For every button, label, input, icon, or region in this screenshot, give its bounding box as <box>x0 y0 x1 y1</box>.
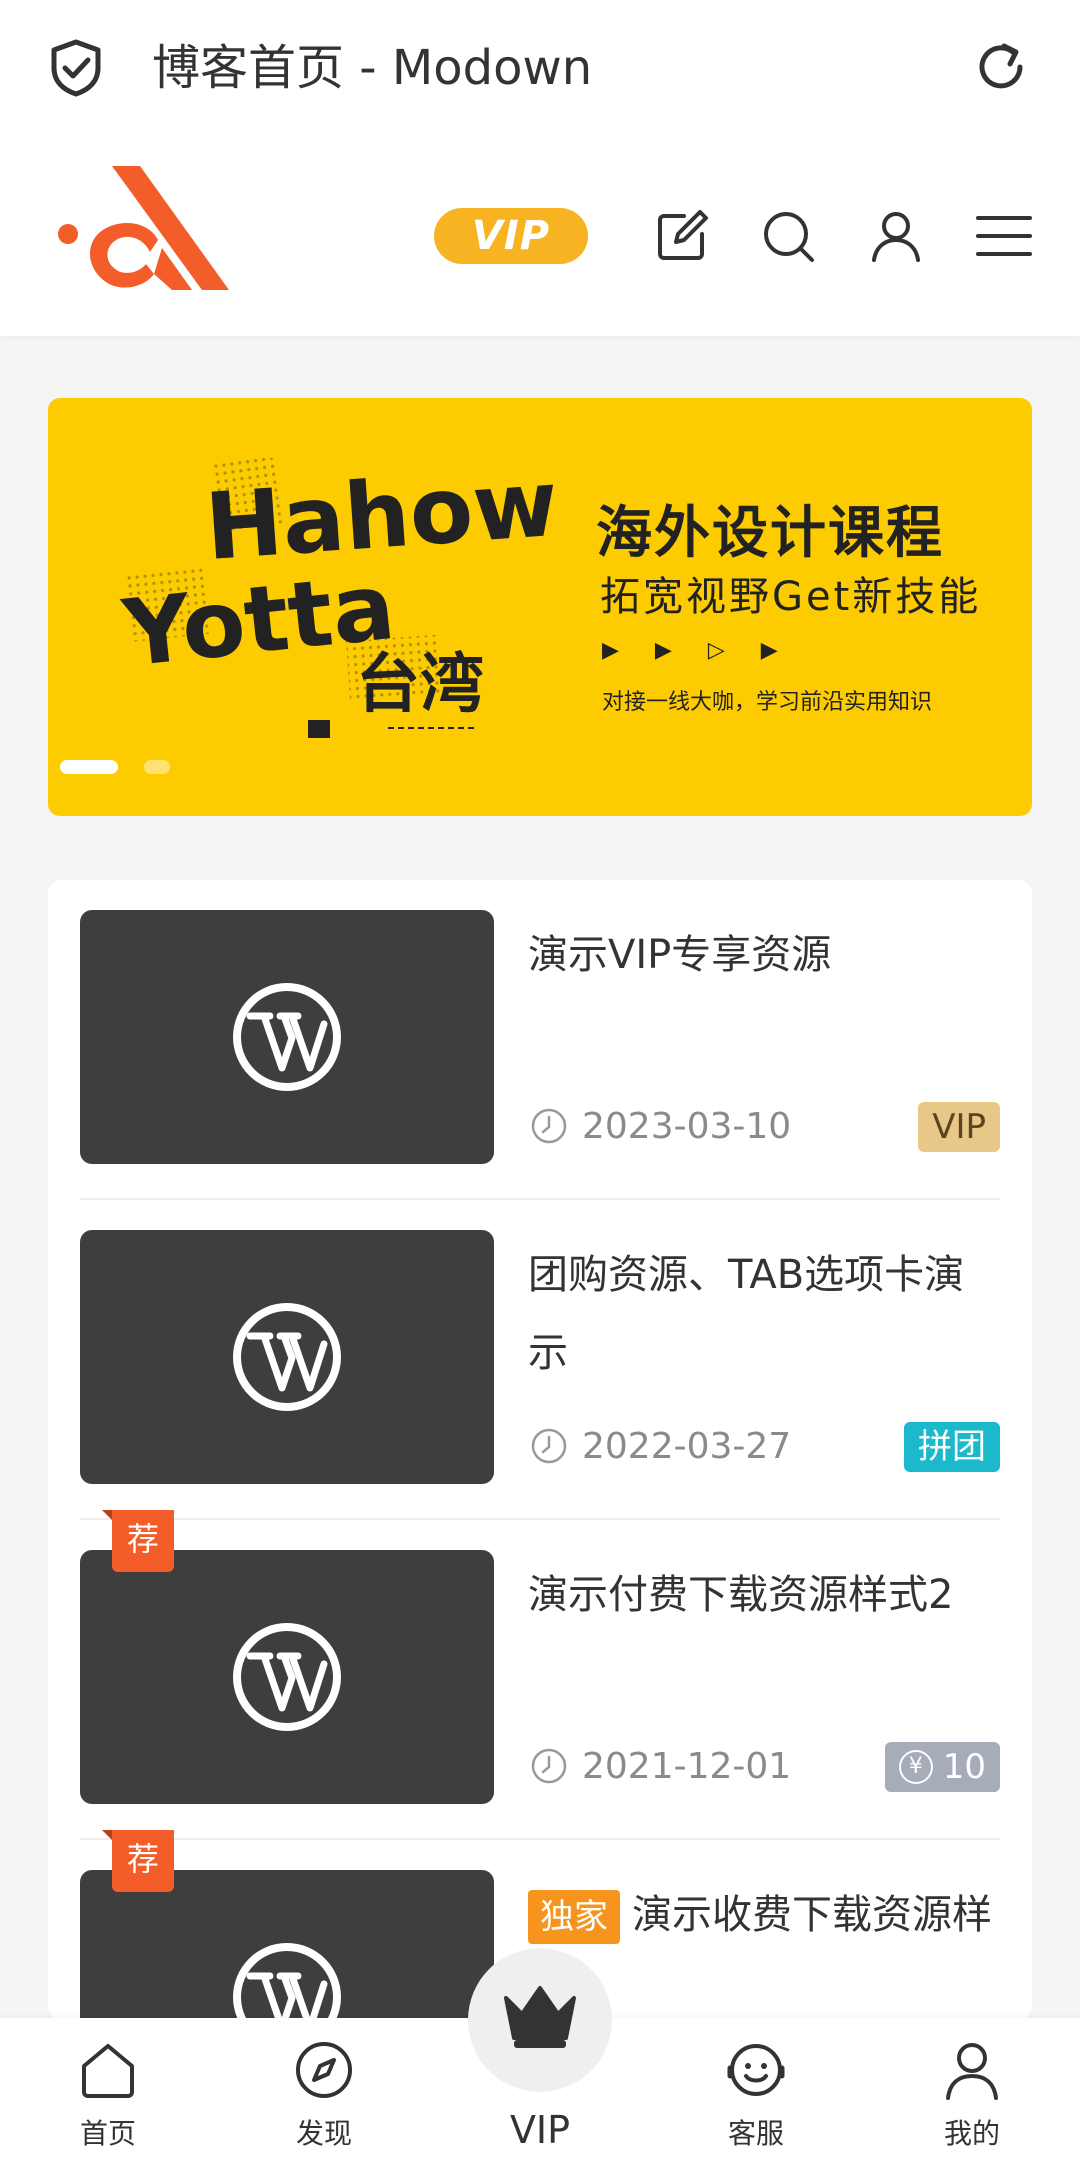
price-tag: ¥ 10 <box>884 1742 1000 1792</box>
post-meta: 2023-03-10 <box>530 1102 791 1150</box>
post-date: 2022-03-27 <box>582 1425 792 1467</box>
wordpress-logo-icon <box>233 1943 341 2020</box>
banner-arrows: ▶▶▷▶ <box>602 638 814 663</box>
site-logo[interactable] <box>54 166 234 306</box>
nav-discover-label: 发现 <box>295 2117 352 2150</box>
browser-page-title: 博客首页 - Modown <box>152 40 593 96</box>
banner-subline: 拓宽视野Get新技能 <box>600 574 982 620</box>
post-thumbnail[interactable] <box>80 910 494 1164</box>
wordpress-logo-icon <box>233 1303 341 1411</box>
nav-vip-button[interactable] <box>468 1948 612 2092</box>
wordpress-logo-icon <box>233 983 341 1091</box>
post-thumbnail[interactable] <box>80 1550 494 1804</box>
carousel-dot[interactable] <box>144 760 170 774</box>
group-buy-tag: 拼团 <box>904 1422 1000 1472</box>
list-item[interactable]: 荐 演示付费下载资源样式2 2021-12-01 ¥ 10 <box>80 1510 1002 1840</box>
banner-artwork: Hahow Yotta 台湾 <box>117 458 561 738</box>
post-date: 2023-03-10 <box>582 1105 792 1147</box>
banner-note: 对接一线大咖，学习前沿实用知识 <box>602 690 933 715</box>
menu-icon[interactable] <box>976 208 1032 264</box>
yen-icon: ¥ <box>898 1750 933 1784</box>
post-title[interactable]: 演示付费下载资源样式2 <box>528 1556 1002 1634</box>
nav-service[interactable]: 客服 <box>686 2038 826 2152</box>
recommended-badge: 荐 <box>102 1830 174 1892</box>
post-title[interactable]: 团购资源、TAB选项卡演示 <box>528 1236 1002 1392</box>
reload-icon[interactable] <box>970 36 1032 98</box>
clock-icon <box>531 1748 567 1784</box>
wordpress-logo-icon <box>233 1623 341 1731</box>
nav-home[interactable]: 首页 <box>38 2038 178 2152</box>
user-icon <box>946 2043 998 2100</box>
post-meta: 2021-12-01 <box>530 1742 791 1790</box>
promo-banner[interactable]: Hahow Yotta 台湾 海外设计课程 拓宽视野Get新技能 ▶▶▷▶ 对接… <box>48 398 1032 816</box>
list-item[interactable]: 演示VIP专享资源 2023-03-10 VIP <box>80 880 1000 1200</box>
user-icon[interactable] <box>868 208 924 264</box>
customer-service-icon <box>727 2044 785 2096</box>
clock-icon <box>531 1428 567 1464</box>
post-list: 演示VIP专享资源 2023-03-10 VIP 团购资源、TAB选项卡演示 2… <box>48 880 1032 2020</box>
carousel-indicator[interactable] <box>60 760 170 774</box>
crown-icon <box>504 1986 576 2048</box>
list-item[interactable]: 团购资源、TAB选项卡演示 2022-03-27 拼团 <box>80 1200 1000 1520</box>
vip-button[interactable]: VIP <box>434 208 588 264</box>
clock-icon <box>531 1108 567 1144</box>
nav-service-label: 客服 <box>727 2117 784 2150</box>
price-value: 10 <box>942 1747 986 1787</box>
banner-art-taiwan: 台湾 <box>356 648 484 722</box>
recommended-badge: 荐 <box>102 1510 174 1572</box>
post-thumbnail[interactable] <box>80 1870 494 2020</box>
nav-mine[interactable]: 我的 <box>902 2038 1042 2152</box>
search-icon[interactable] <box>760 208 816 264</box>
exclusive-tag: 独家 <box>528 1890 620 1944</box>
home-icon <box>82 2044 134 2098</box>
nav-vip-label[interactable]: VIP <box>470 2108 610 2152</box>
vip-tag: VIP <box>918 1102 1000 1152</box>
post-thumbnail[interactable] <box>80 1230 494 1484</box>
compass-icon <box>296 2042 352 2098</box>
nav-mine-label: 我的 <box>943 2117 1000 2150</box>
banner-headline: 海外设计课程 <box>596 501 944 566</box>
post-title[interactable]: 演示VIP专享资源 <box>528 916 1002 994</box>
site-header: VIP <box>0 136 1080 336</box>
nav-discover[interactable]: 发现 <box>254 2038 394 2152</box>
post-meta: 2022-03-27 <box>530 1422 791 1470</box>
shield-check-icon[interactable] <box>48 38 104 98</box>
edit-icon[interactable] <box>654 208 710 264</box>
post-date: 2021-12-01 <box>582 1745 792 1787</box>
carousel-dot-active[interactable] <box>60 760 118 774</box>
nav-home-label: 首页 <box>79 2117 136 2150</box>
browser-bar: 博客首页 - Modown <box>0 0 1080 136</box>
